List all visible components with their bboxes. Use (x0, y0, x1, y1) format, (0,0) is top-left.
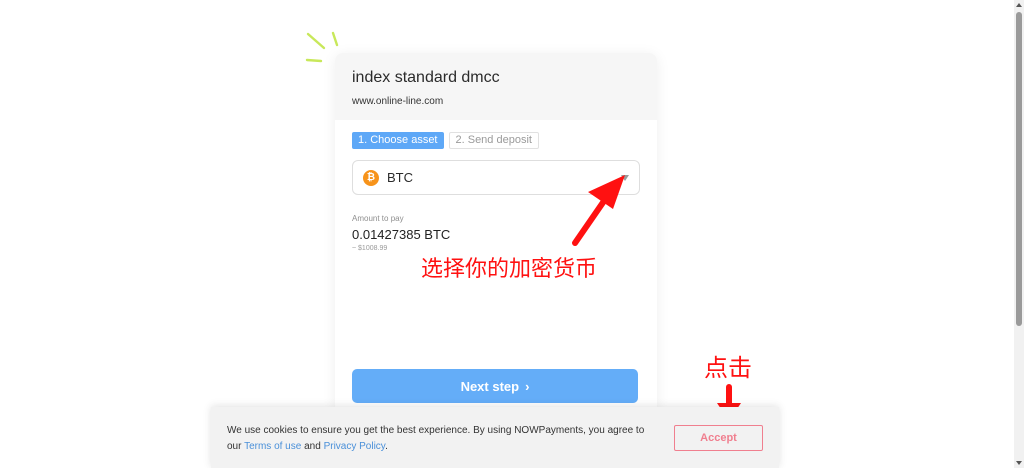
page-scrollbar[interactable] (1014, 0, 1024, 468)
cookie-banner: We use cookies to ensure you get the bes… (211, 407, 779, 468)
step-choose-asset: 1. Choose asset (352, 132, 444, 149)
click-annotation: 点击 (704, 354, 752, 382)
cookie-text-and: and (301, 441, 324, 452)
step-send-deposit: 2. Send deposit (448, 132, 539, 149)
step-indicator: 1. Choose asset 2. Send deposit (352, 132, 640, 149)
accept-cookies-button[interactable]: Accept (674, 425, 763, 451)
scroll-down-icon[interactable] (1016, 461, 1022, 465)
merchant-url: www.online-line.com (352, 96, 444, 107)
terms-of-use-link[interactable]: Terms of use (244, 441, 301, 452)
bitcoin-icon: ₿ (363, 169, 379, 186)
page: index standard dmcc www.online-line.com … (0, 0, 1024, 468)
cookie-message: We use cookies to ensure you get the bes… (227, 423, 657, 455)
merchant-header: index standard dmcc www.online-line.com (335, 53, 657, 120)
chevron-right-icon: › (525, 378, 530, 394)
scrollbar-thumb[interactable] (1016, 12, 1022, 326)
scroll-up-icon[interactable] (1016, 3, 1022, 7)
cookie-text-after: . (385, 441, 388, 452)
selected-asset-label: BTC (387, 170, 413, 185)
privacy-policy-link[interactable]: Privacy Policy (324, 441, 386, 452)
arrow-up-annotation-icon (572, 175, 625, 246)
select-currency-annotation: 选择你的加密货币 (421, 257, 598, 282)
next-step-label: Next step (460, 378, 520, 394)
next-step-button[interactable]: Next step › (352, 369, 638, 403)
merchant-name: index standard dmcc (352, 69, 500, 86)
